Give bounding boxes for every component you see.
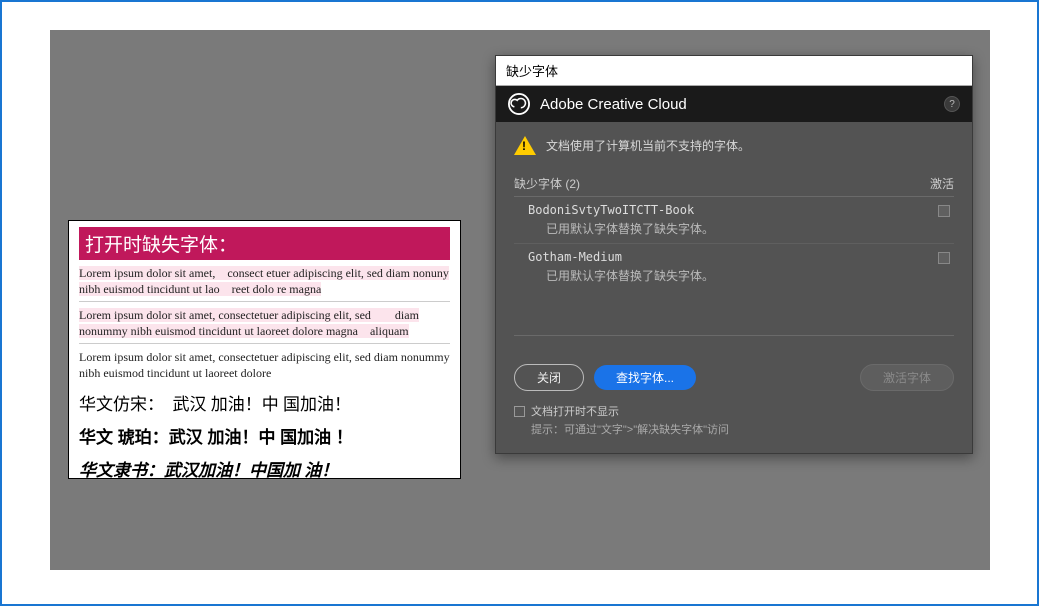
doc-paragraph-3: Lorem ipsum dolor sit amet, consectetuer… [79, 350, 450, 381]
dialog-footer: 文档打开时不显示 提示：可通过"文字">"解决缺失字体"访问 [514, 403, 954, 437]
activate-fonts-button: 激活字体 [860, 364, 954, 391]
font-activate-checkbox[interactable] [938, 252, 950, 264]
document-preview: 打开时缺失字体： Lorem ipsum dolor sit amet, con… [68, 220, 461, 479]
doc-heading: 打开时缺失字体： [79, 227, 450, 260]
creative-cloud-label: Adobe Creative Cloud [540, 96, 687, 113]
dialog-titlebar[interactable]: 缺少字体 [496, 56, 972, 86]
dont-show-checkbox[interactable] [514, 406, 525, 417]
missing-fonts-dialog: 缺少字体 Adobe Creative Cloud ? 文档使用了计算机当前不支… [495, 55, 973, 454]
dont-show-label: 文档打开时不显示 [531, 403, 619, 419]
font-note: 已用默认字体替换了缺失字体。 [546, 267, 938, 284]
doc-cjk-line-3: 华文隶书：武汉加油！中国加 油！ [79, 456, 450, 481]
creative-cloud-banner: Adobe Creative Cloud ? [496, 86, 972, 122]
close-button[interactable]: 关闭 [514, 364, 584, 391]
font-note: 已用默认字体替换了缺失字体。 [546, 220, 938, 237]
creative-cloud-icon [508, 93, 530, 115]
divider [79, 343, 450, 344]
find-fonts-button[interactable]: 查找字体... [594, 365, 696, 390]
font-item[interactable]: BodoniSvtyTwoITCTT-Book 已用默认字体替换了缺失字体。 [514, 197, 954, 244]
warning-icon [514, 136, 536, 155]
list-header-activate: 激活 [930, 175, 954, 192]
footer-hint: 提示：可通过"文字">"解决缺失字体"访问 [531, 421, 954, 437]
missing-fonts-list: BodoniSvtyTwoITCTT-Book 已用默认字体替换了缺失字体。 G… [514, 196, 954, 336]
warning-row: 文档使用了计算机当前不支持的字体。 [514, 136, 954, 155]
dialog-button-row: 关闭 查找字体... 激活字体 [514, 364, 954, 391]
font-item[interactable]: Gotham-Medium 已用默认字体替换了缺失字体。 [514, 244, 954, 290]
font-list-header: 缺少字体 (2) 激活 [514, 175, 954, 192]
doc-paragraph-1: Lorem ipsum dolor sit amet, consect etue… [79, 266, 450, 297]
doc-cjk-line-1: 华文仿宋： 武汉 加油！中 国加油！ [79, 390, 450, 415]
divider [79, 301, 450, 302]
list-header-label: 缺少字体 (2) [514, 175, 580, 192]
dialog-body: 文档使用了计算机当前不支持的字体。 缺少字体 (2) 激活 BodoniSvty… [496, 122, 972, 453]
help-icon[interactable]: ? [944, 96, 960, 112]
font-activate-checkbox[interactable] [938, 205, 950, 217]
warning-text: 文档使用了计算机当前不支持的字体。 [546, 137, 750, 154]
doc-paragraph-2: Lorem ipsum dolor sit amet, consectetuer… [79, 308, 450, 339]
font-name: BodoniSvtyTwoITCTT-Book [528, 203, 938, 217]
doc-cjk-line-2: 华文 琥珀：武汉 加油！中 国加油 ！ [79, 423, 450, 448]
font-name: Gotham-Medium [528, 250, 938, 264]
canvas-background: 打开时缺失字体： Lorem ipsum dolor sit amet, con… [50, 30, 990, 570]
